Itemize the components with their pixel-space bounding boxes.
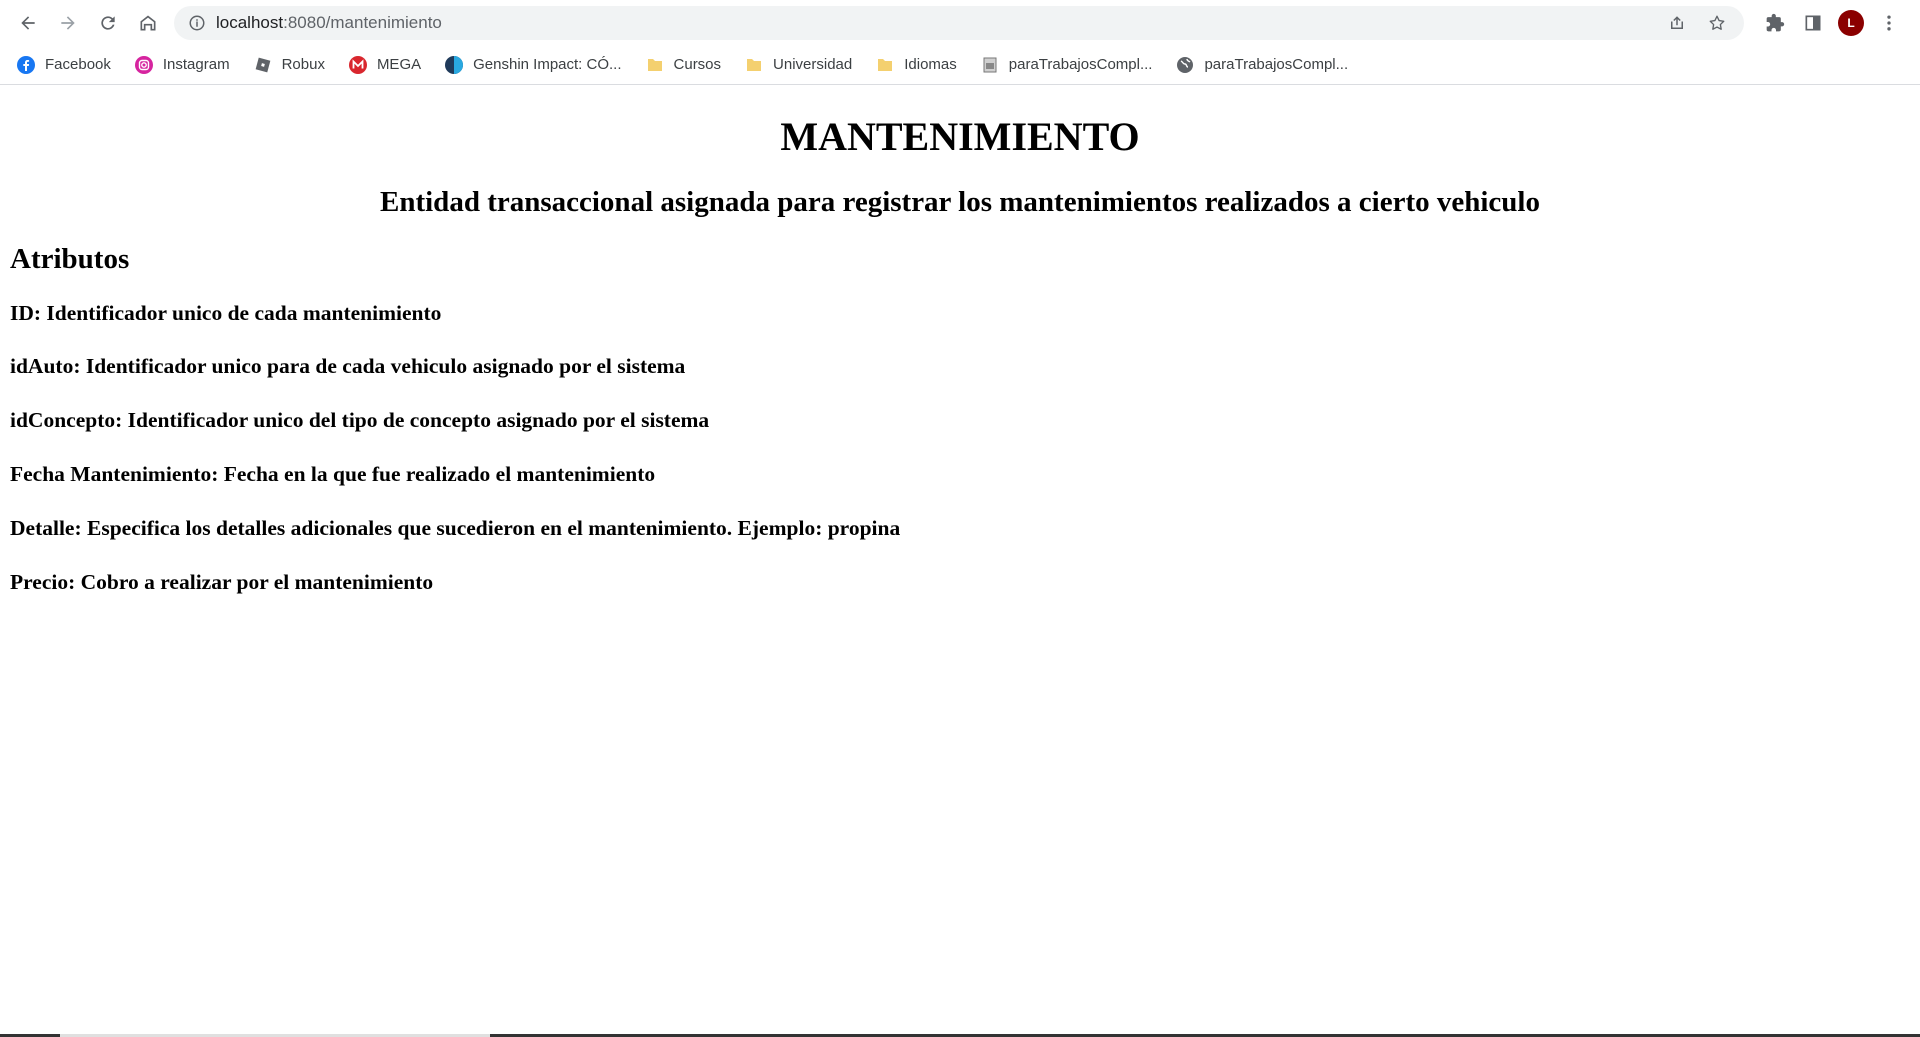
bookmark-label: Instagram bbox=[162, 56, 230, 73]
attribute-fecha-mantenimiento: Fecha Mantenimiento: Fecha en la que fue… bbox=[10, 461, 656, 486]
bookmark-genshin[interactable]: Genshin Impact: CÓ... bbox=[444, 55, 622, 75]
side-panel-button[interactable] bbox=[1794, 5, 1832, 41]
bookmark-folder-idiomas[interactable]: Idiomas bbox=[875, 55, 957, 75]
more-vert-icon bbox=[1887, 15, 1891, 30]
arrow-left-icon bbox=[21, 15, 35, 30]
mega-icon bbox=[348, 55, 368, 75]
folder-icon bbox=[875, 55, 895, 75]
forward-button[interactable] bbox=[50, 5, 86, 41]
address-bar[interactable]: localhost:8080/mantenimiento bbox=[174, 5, 1744, 40]
page-icon bbox=[980, 55, 1000, 75]
reload-button[interactable] bbox=[90, 5, 126, 41]
menu-button[interactable] bbox=[1870, 5, 1908, 41]
bookmark-label: Robux bbox=[281, 56, 325, 73]
bookmark-folder-universidad[interactable]: Universidad bbox=[744, 55, 852, 75]
attribute-idauto: idAuto: Identificador unico para de cada… bbox=[10, 354, 686, 379]
attribute-precio: Precio: Cobro a realizar por el mantenim… bbox=[10, 569, 434, 594]
reload-icon bbox=[101, 15, 115, 30]
bookmark-label: Cursos bbox=[673, 56, 722, 73]
back-button[interactable] bbox=[10, 5, 46, 41]
attribute-id: ID: Identificador unico de cada mantenim… bbox=[10, 300, 442, 325]
bookmark-mega[interactable]: MEGA bbox=[348, 55, 421, 75]
bookmark-label: MEGA bbox=[376, 56, 422, 73]
avatar: L bbox=[1838, 9, 1864, 36]
home-icon bbox=[140, 15, 156, 30]
puzzle-icon bbox=[1766, 13, 1785, 31]
site-info-icon[interactable] bbox=[188, 14, 206, 32]
bookmark-paratrabajos-2[interactable]: paraTrabajosCompl... bbox=[1175, 55, 1348, 75]
browser-toolbar: localhost:8080/mantenimiento L bbox=[0, 0, 1920, 45]
attribute-idconcepto: idConcepto: Identificador unico del tipo… bbox=[10, 408, 710, 433]
page-subtitle: Entidad transaccional asignada para regi… bbox=[380, 186, 1540, 218]
bookmark-folder-cursos[interactable]: Cursos bbox=[645, 55, 722, 75]
share-icon[interactable] bbox=[1662, 8, 1692, 38]
bookmark-robux[interactable]: Robux bbox=[253, 55, 325, 75]
bookmark-label: Genshin Impact: CÓ... bbox=[473, 56, 622, 73]
instagram-icon bbox=[134, 55, 154, 75]
bookmark-facebook[interactable]: Facebook bbox=[16, 55, 111, 75]
bookmark-label: paraTrabajosCompl... bbox=[1204, 56, 1349, 73]
attributes-heading: Atributos bbox=[10, 242, 130, 275]
profile-button[interactable]: L bbox=[1832, 5, 1870, 41]
arrow-right-icon bbox=[61, 15, 75, 30]
bookmark-label: Facebook bbox=[45, 56, 111, 73]
bookmark-instagram[interactable]: Instagram bbox=[134, 55, 230, 75]
bookmarks-bar: Facebook Instagram Robux MEGA Genshin Im… bbox=[0, 45, 1920, 85]
url-host: localhost bbox=[216, 12, 284, 32]
url-path: :8080/mantenimiento bbox=[283, 12, 442, 32]
extensions-button[interactable] bbox=[1756, 5, 1794, 41]
bookmark-label: Universidad bbox=[773, 56, 853, 73]
facebook-icon bbox=[16, 55, 36, 75]
url-text[interactable]: localhost:8080/mantenimiento bbox=[216, 13, 1652, 33]
bookmark-label: paraTrabajosCompl... bbox=[1008, 56, 1153, 73]
bookmark-label: Idiomas bbox=[904, 56, 957, 73]
side-panel-icon bbox=[1805, 15, 1821, 30]
home-button[interactable] bbox=[130, 5, 166, 41]
folder-icon bbox=[744, 55, 764, 75]
globe-icon bbox=[1175, 55, 1195, 75]
robux-icon bbox=[253, 55, 273, 75]
bookmark-star-icon[interactable] bbox=[1702, 8, 1732, 38]
genshin-icon bbox=[444, 55, 464, 75]
attributes-list: ID: Identificador unico de cada mantenim… bbox=[10, 277, 1910, 596]
bookmark-paratrabajos-1[interactable]: paraTrabajosCompl... bbox=[980, 55, 1153, 75]
page-title: MANTENIMIENTO bbox=[780, 114, 1140, 159]
folder-icon bbox=[645, 55, 665, 75]
page-content: MANTENIMIENTO Entidad transaccional asig… bbox=[0, 115, 1920, 595]
attribute-detalle: Detalle: Especifica los detalles adicion… bbox=[10, 515, 901, 540]
